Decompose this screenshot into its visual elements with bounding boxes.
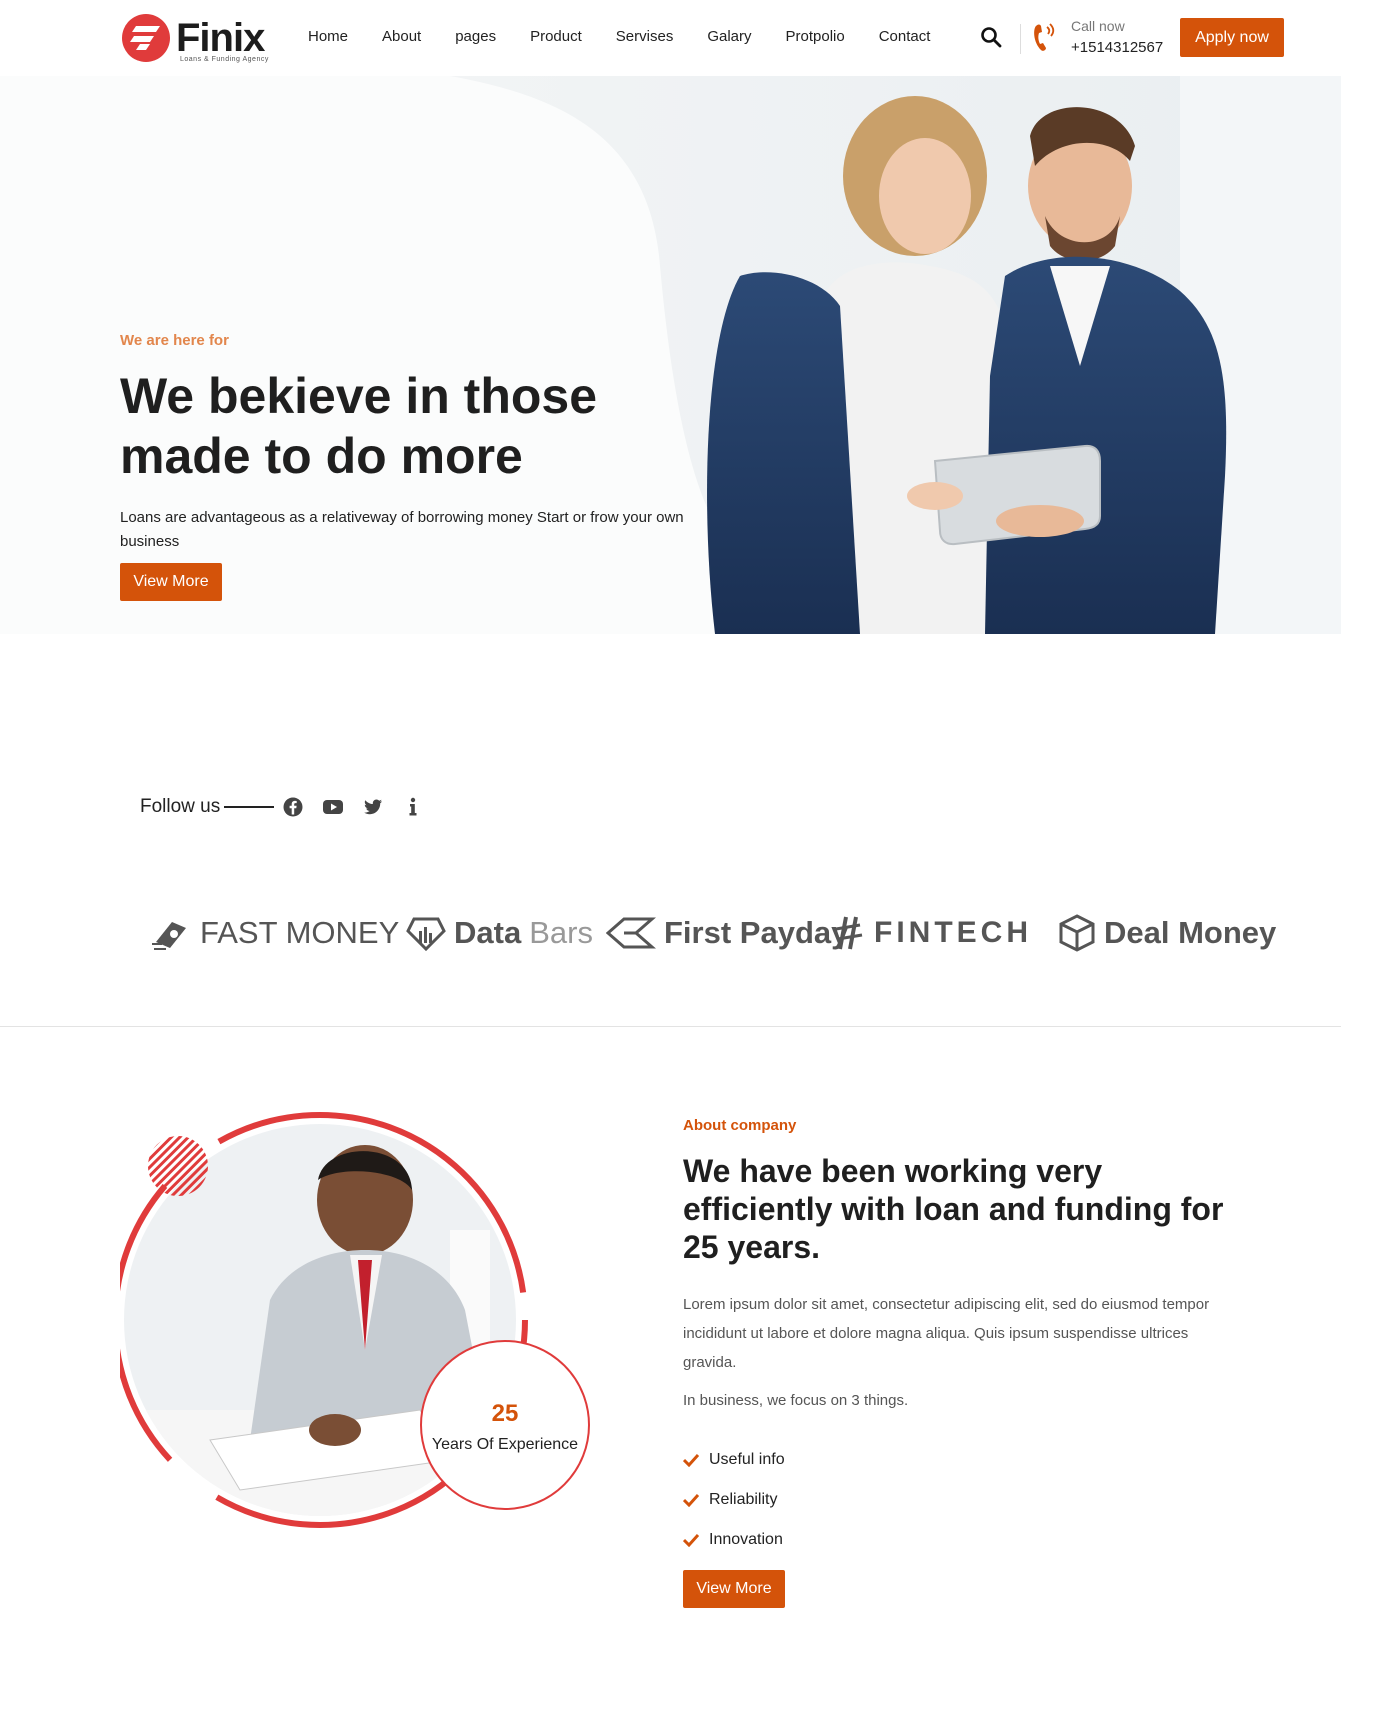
- hero-eyebrow: We are here for: [120, 332, 229, 349]
- partner-fintech[interactable]: FINTECH: [834, 905, 1032, 961]
- about-focus-intro: In business, we focus on 3 things.: [683, 1392, 909, 1409]
- hero-section: We are here for We bekieve in those made…: [0, 76, 1341, 634]
- check-icon: [683, 1533, 699, 1547]
- partner-name: FAST MONEY: [200, 915, 400, 950]
- hero-description: Loans are advantageous as a relativeway …: [120, 509, 684, 550]
- section-divider: [0, 1026, 1341, 1027]
- nav-item-about[interactable]: About: [382, 28, 421, 45]
- site-header: Finix Loans & Funding Agency Home About …: [0, 0, 1387, 76]
- about-description: Lorem ipsum dolor sit amet, consectetur …: [683, 1296, 1210, 1371]
- partner-name: First Payday: [664, 915, 849, 950]
- follow-us: Follow us: [140, 796, 442, 818]
- partner-brands: FAST MONEY Data Bars First Payday FINTEC…: [150, 905, 1276, 961]
- list-item: Useful info: [683, 1440, 785, 1480]
- partner-data-bars[interactable]: Data Bars: [406, 905, 593, 961]
- partner-first-payday[interactable]: First Payday: [606, 905, 848, 961]
- about-eyebrow: About company: [683, 1117, 797, 1134]
- nav-item-home[interactable]: Home: [308, 28, 348, 45]
- nav-item-gallery[interactable]: Galary: [707, 28, 751, 45]
- follow-line: [224, 806, 275, 808]
- point-label: Innovation: [709, 1531, 783, 1548]
- hero-title: We bekieve in those made to do more: [120, 368, 598, 484]
- point-label: Useful info: [709, 1451, 785, 1468]
- partner-name-light: Bars: [529, 915, 593, 950]
- nav-item-services[interactable]: Servises: [616, 28, 674, 45]
- call-label: Call now: [1071, 18, 1125, 34]
- logo-wordmark: Finix: [176, 16, 265, 60]
- about-view-more-button[interactable]: View More: [683, 1570, 785, 1608]
- apply-now-button[interactable]: Apply now: [1180, 18, 1284, 57]
- nav-item-contact[interactable]: Contact: [879, 28, 931, 45]
- hero-view-more-button[interactable]: View More: [120, 563, 222, 601]
- nav-item-portfolio[interactable]: Protpolio: [786, 28, 845, 45]
- logo-tagline: Loans & Funding Agency: [180, 56, 269, 63]
- finix-logo-icon: [122, 14, 170, 62]
- partner-name: FINTECH: [874, 916, 1032, 949]
- partner-name: Deal Money: [1104, 915, 1277, 950]
- nav-item-pages[interactable]: pages: [455, 28, 496, 45]
- partner-deal-money[interactable]: Deal Money: [1058, 905, 1276, 961]
- deal-money-icon: [1059, 914, 1095, 952]
- main-nav: Home About pages Product Servises Galary…: [308, 28, 964, 45]
- search-icon[interactable]: [980, 26, 1002, 48]
- youtube-icon[interactable]: [322, 796, 344, 818]
- point-label: Reliability: [709, 1491, 778, 1508]
- info-icon[interactable]: [402, 796, 424, 818]
- facebook-icon[interactable]: [282, 796, 304, 818]
- nav-item-product[interactable]: Product: [530, 28, 582, 45]
- check-icon: [683, 1493, 699, 1507]
- data-bars-icon: [406, 917, 446, 952]
- header-divider: [1020, 24, 1021, 54]
- fast-money-icon: [152, 922, 186, 950]
- partner-fast-money[interactable]: FAST MONEY: [150, 905, 399, 961]
- about-title: We have been working very efficiently wi…: [683, 1153, 1224, 1265]
- experience-badge: 25 Years Of Experience: [420, 1340, 590, 1510]
- partner-name-bold: Data: [454, 915, 522, 950]
- phone-icon: [1034, 23, 1055, 51]
- experience-label: Years Of Experience: [431, 1436, 579, 1453]
- follow-label: Follow us: [140, 796, 221, 817]
- fintech-icon: [835, 916, 863, 950]
- twitter-icon[interactable]: [362, 796, 384, 818]
- first-payday-icon: [606, 917, 656, 949]
- list-item: Reliability: [683, 1480, 785, 1520]
- check-icon: [683, 1453, 699, 1467]
- call-number[interactable]: +1514312567: [1071, 39, 1163, 56]
- site-logo[interactable]: Finix Loans & Funding Agency: [120, 12, 280, 66]
- list-item: Innovation: [683, 1520, 785, 1560]
- experience-number: 25: [491, 1400, 519, 1427]
- about-points: Useful info Reliability Innovation: [683, 1440, 785, 1560]
